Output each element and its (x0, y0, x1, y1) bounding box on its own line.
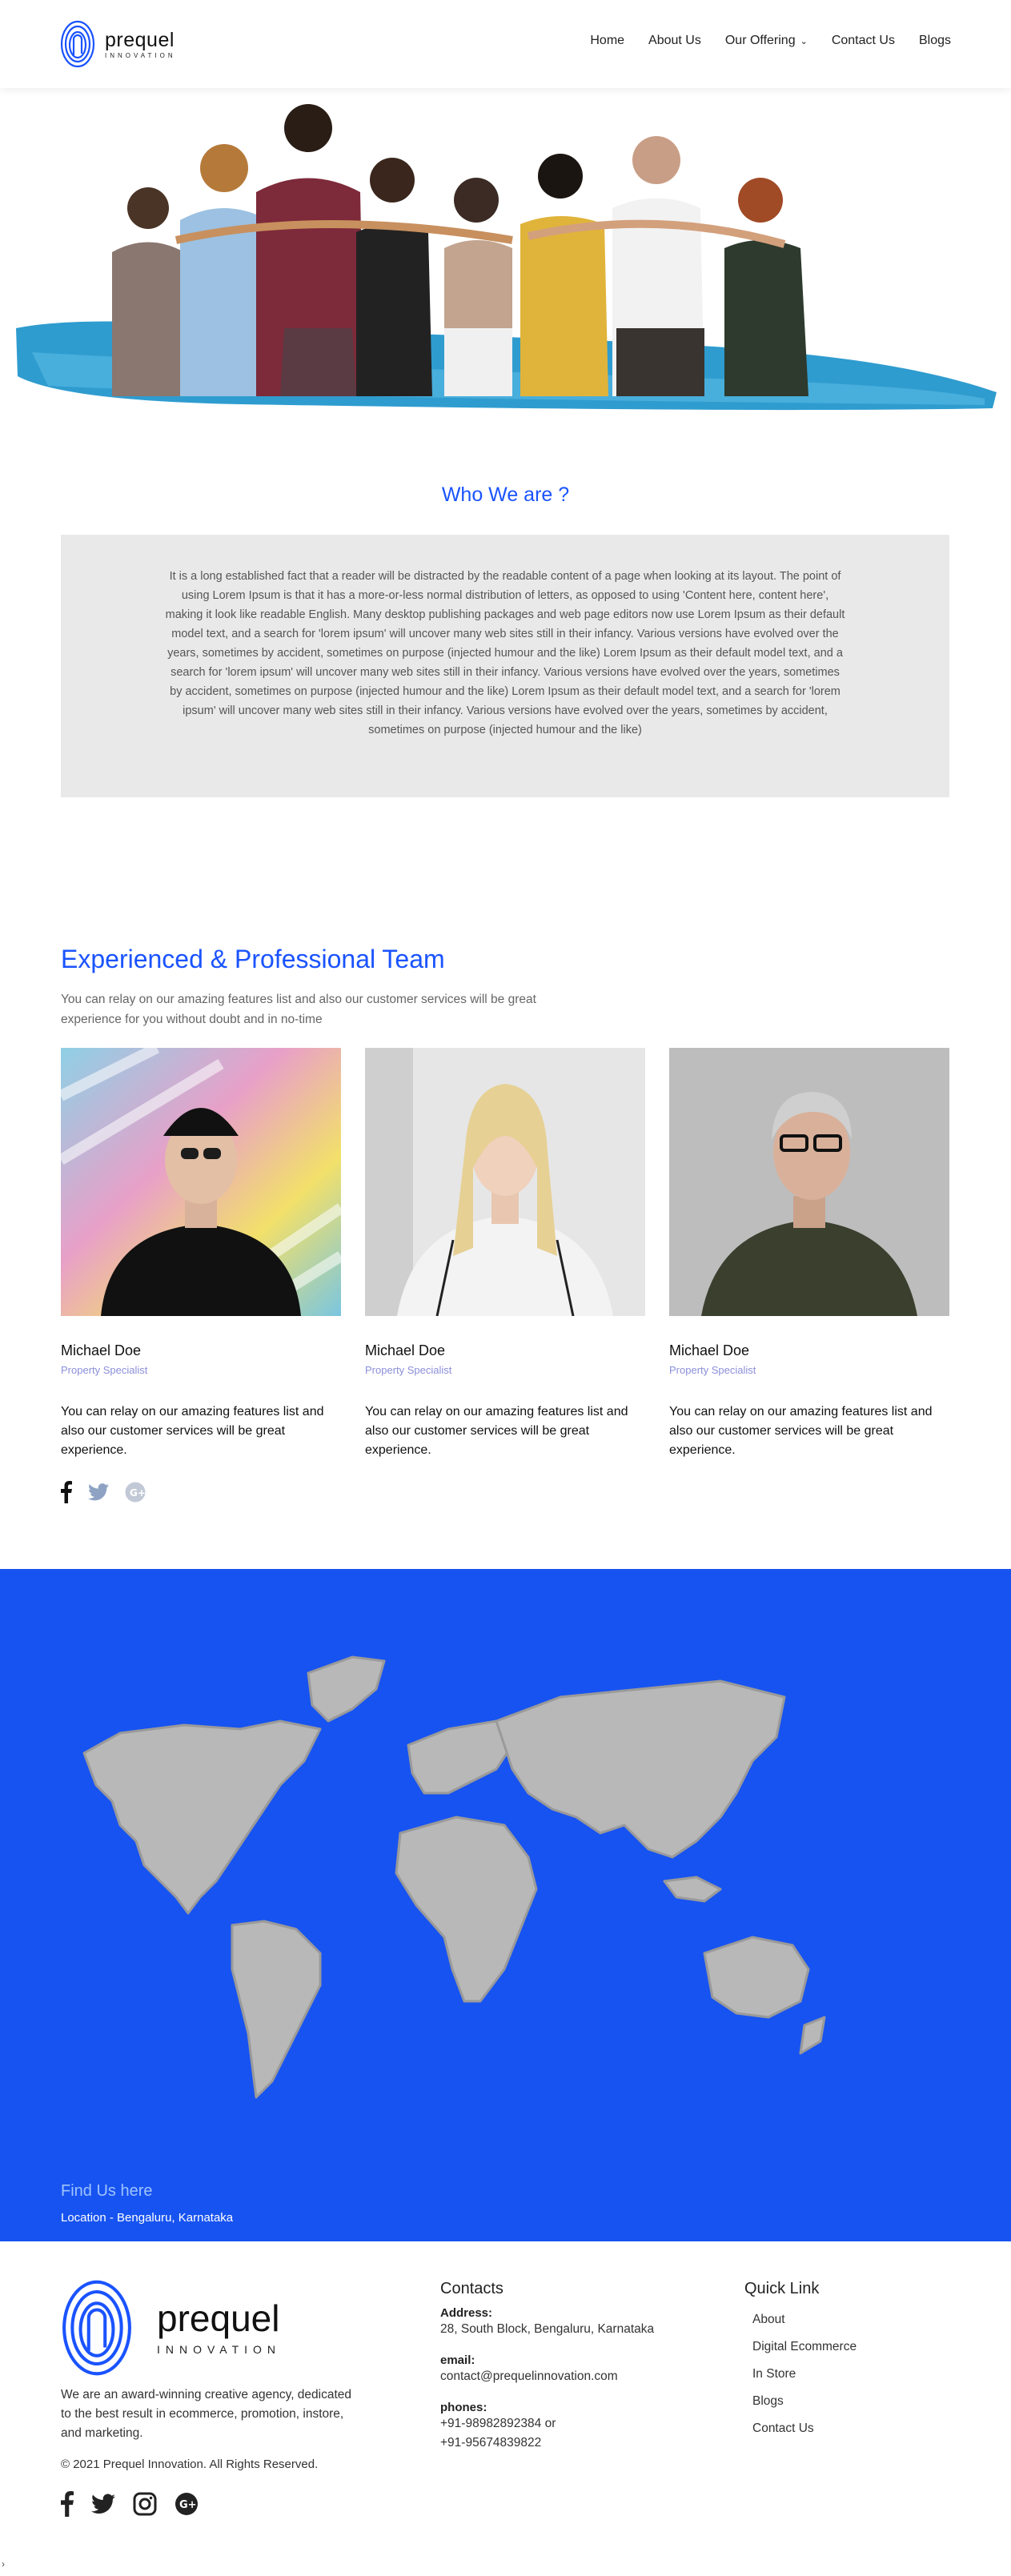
address-label: Address: (440, 2306, 493, 2320)
phone-2[interactable]: +91-95674839822 (440, 2434, 712, 2453)
phones-label: phones: (440, 2401, 487, 2414)
footer-quick-links: Quick Link About Digital Ecommerce In St… (744, 2280, 953, 2442)
nav-blogs-label: Blogs (918, 34, 951, 47)
nav-contact-us[interactable]: Contact Us (832, 34, 895, 48)
twitter-icon[interactable] (91, 2494, 115, 2514)
team-member-name: Michael Doe (61, 1342, 142, 1358)
nav-about-us[interactable]: About Us (648, 34, 701, 48)
footer-about-text: We are an award-winning creative agency,… (61, 2388, 352, 2440)
facebook-icon[interactable] (61, 2491, 74, 2517)
team-member-bio: You can relay on our amazing features li… (365, 1405, 628, 1457)
team-subtitle: You can relay on our amazing features li… (61, 993, 536, 1026)
main-nav: Home About Us Our Offering ⌄ Contact Us B… (590, 34, 951, 48)
team-card: Michael Doe Property Specialist You can … (61, 1048, 341, 1460)
footer-brand-tagline: INNOVATION (157, 2343, 282, 2356)
footer-social-links: G+ (61, 2491, 199, 2517)
address-value: 28, South Block, Bengaluru, Karnataka (440, 2322, 655, 2336)
instagram-icon[interactable] (133, 2492, 157, 2516)
quick-link-contact-us[interactable]: Contact Us (744, 2415, 953, 2442)
nav-home[interactable]: Home (590, 34, 624, 48)
quick-link-digital-ecommerce[interactable]: Digital Ecommerce (744, 2333, 953, 2361)
who-we-are-text: It is a long established fact that a rea… (165, 570, 845, 736)
team-member-role: Property Specialist (61, 1364, 148, 1376)
svg-text:G+: G+ (130, 1487, 146, 1499)
site-header: prequel INNOVATION Home About Us Our Off… (0, 0, 1011, 88)
find-us-location: Location - Bengaluru, Karnataka (61, 2211, 234, 2225)
quick-link-in-store[interactable]: In Store (744, 2361, 953, 2388)
google-plus-icon[interactable]: G+ (175, 2492, 199, 2516)
team-member-role: Property Specialist (365, 1364, 452, 1376)
svg-text:G+: G+ (179, 2499, 197, 2511)
quick-link-about[interactable]: About (744, 2306, 953, 2333)
nav-home-label: Home (590, 34, 625, 47)
email-label: email: (440, 2353, 475, 2367)
nav-blogs[interactable]: Blogs (919, 34, 951, 48)
facebook-icon[interactable] (61, 1481, 72, 1503)
chevron-down-icon: ⌄ (800, 36, 808, 46)
team-member-photo (61, 1048, 341, 1316)
find-us-heading: Find Us here (61, 2182, 153, 2200)
team-card: Michael Doe Property Specialist You can … (365, 1048, 645, 1460)
nav-offering-label: Our Offering (724, 34, 796, 47)
team-card: Michael Doe Property Specialist You can … (669, 1048, 949, 1460)
quick-link-blogs[interactable]: Blogs (744, 2388, 953, 2415)
footer-brand-name: prequel (157, 2297, 280, 2339)
team-member-role: Property Specialist (669, 1364, 756, 1376)
nav-about-label: About Us (648, 34, 701, 47)
world-map (82, 1655, 826, 2099)
phone-1[interactable]: +91-98982892384 or (440, 2414, 712, 2434)
team-member-bio: You can relay on our amazing features li… (669, 1405, 933, 1457)
team-member-photo (365, 1048, 645, 1316)
team-social-links: G+ (61, 1481, 146, 1503)
footer-copyright: © 2021 Prequel Innovation. All Rights Re… (61, 2458, 319, 2471)
page: prequel INNOVATION Home About Us Our Off… (0, 0, 1011, 2576)
find-us-section: Find Us here Location - Bengaluru, Karna… (0, 1569, 1011, 2241)
google-plus-icon[interactable]: G+ (125, 1482, 146, 1503)
team-member-name: Michael Doe (669, 1342, 750, 1358)
brand-tagline: INNOVATION (105, 51, 176, 59)
team-member-photo (669, 1048, 949, 1316)
brand-logo[interactable]: prequel INNOVATION (60, 20, 176, 68)
footer-contacts: Contacts Address: 28, South Block, Benga… (440, 2280, 712, 2467)
quick-links-heading: Quick Link (744, 2280, 820, 2297)
team-member-bio: You can relay on our amazing features li… (61, 1405, 324, 1457)
who-we-are-heading: Who We are ? (441, 484, 570, 506)
site-footer: prequel INNOVATION We are an award-winni… (0, 2241, 1011, 2576)
team-heading: Experienced & Professional Team (61, 945, 445, 973)
twitter-icon[interactable] (88, 1483, 109, 1501)
who-we-are-box: It is a long established fact that a rea… (61, 535, 949, 797)
email-link[interactable]: contact@prequelinnovation.com (440, 2367, 712, 2386)
fingerprint-logo-icon (60, 20, 95, 68)
chevron-right-icon[interactable]: › (2, 2558, 5, 2570)
fingerprint-logo-icon (62, 2280, 131, 2376)
team-member-name: Michael Doe (365, 1342, 446, 1358)
nav-contact-label: Contact Us (831, 34, 895, 47)
contacts-heading: Contacts (440, 2280, 503, 2297)
brand-name: prequel (105, 28, 175, 51)
footer-brand-logo[interactable]: prequel INNOVATION (61, 2277, 281, 2378)
hero-image (0, 88, 1011, 424)
nav-our-offering[interactable]: Our Offering ⌄ (725, 34, 808, 48)
